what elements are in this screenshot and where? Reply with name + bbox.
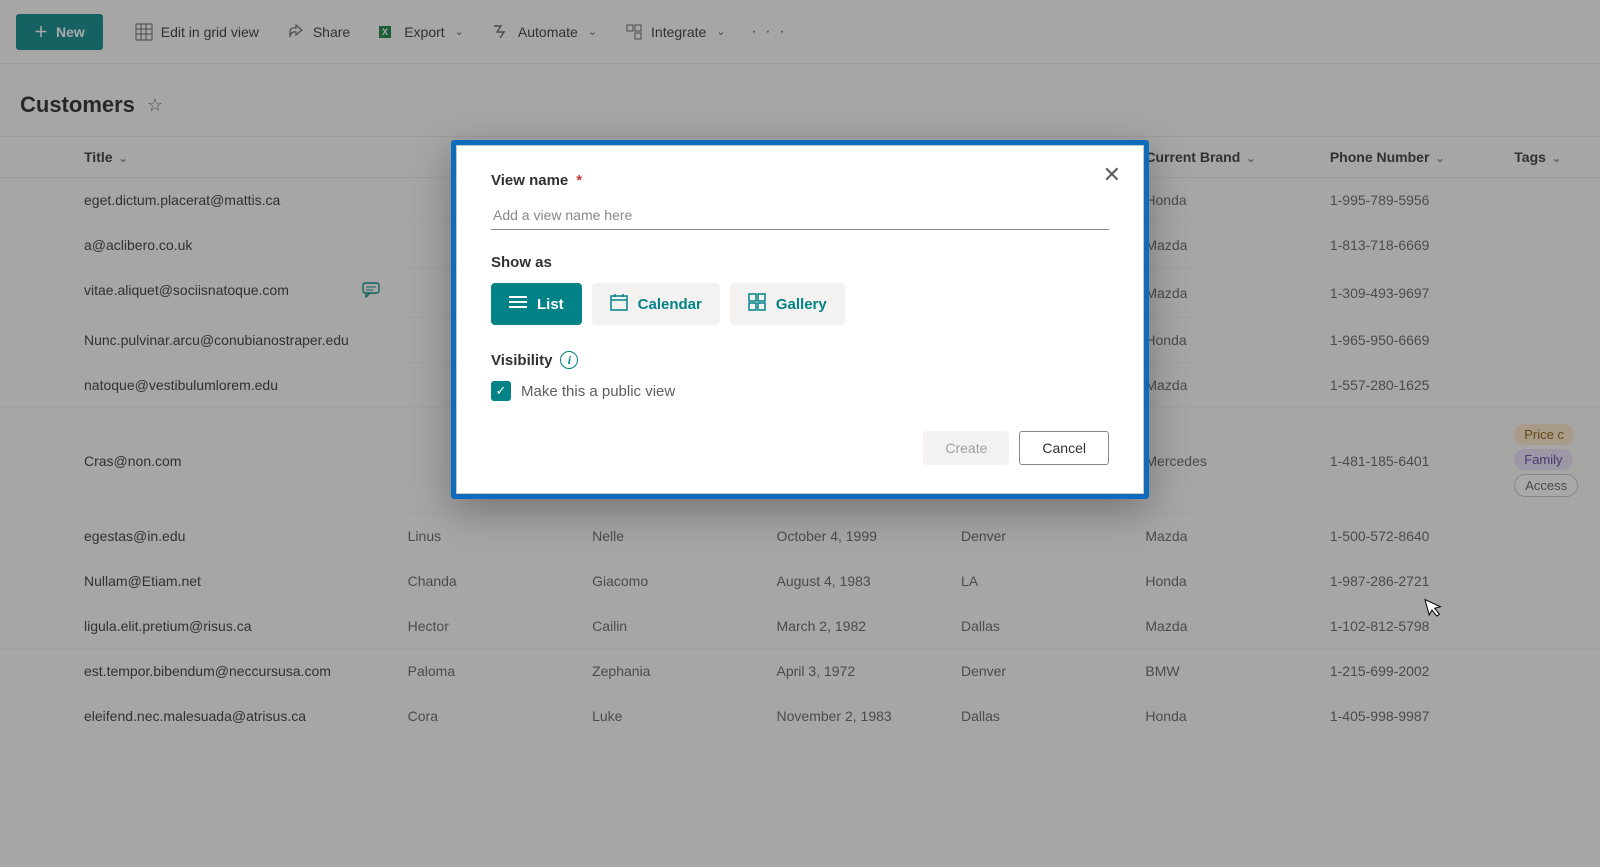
public-view-label: Make this a public view (521, 383, 675, 400)
public-view-checkbox[interactable]: ✓ (491, 381, 511, 401)
cursor-icon (1424, 594, 1448, 625)
close-icon: ✕ (1103, 162, 1121, 187)
list-icon (509, 295, 527, 313)
option-gallery-button[interactable]: Gallery (730, 283, 845, 325)
show-as-label: Show as (491, 254, 1109, 271)
option-calendar-label: Calendar (638, 296, 702, 313)
show-as-segmented: List Calendar Gallery (491, 283, 1109, 325)
public-view-row: ✓ Make this a public view (491, 381, 1109, 401)
view-name-label: View name * (491, 172, 1109, 189)
modal-overlay: ✕ View name * Show as List Calen (0, 0, 1600, 867)
option-list-button[interactable]: List (491, 283, 582, 325)
cancel-button[interactable]: Cancel (1019, 431, 1109, 465)
gallery-icon (748, 293, 766, 315)
required-asterisk: * (576, 172, 582, 189)
create-view-dialog: ✕ View name * Show as List Calen (456, 145, 1144, 494)
visibility-label: Visibility i (491, 351, 1109, 369)
check-icon: ✓ (496, 383, 507, 399)
create-button[interactable]: Create (923, 431, 1009, 465)
option-list-label: List (537, 296, 564, 313)
option-calendar-button[interactable]: Calendar (592, 283, 720, 325)
calendar-icon (610, 293, 628, 315)
modal-highlight-border: ✕ View name * Show as List Calen (451, 140, 1149, 499)
dialog-buttons: Create Cancel (491, 431, 1109, 465)
close-button[interactable]: ✕ (1097, 160, 1127, 190)
info-icon[interactable]: i (560, 351, 578, 369)
option-gallery-label: Gallery (776, 296, 827, 313)
view-name-input[interactable] (491, 201, 1109, 230)
